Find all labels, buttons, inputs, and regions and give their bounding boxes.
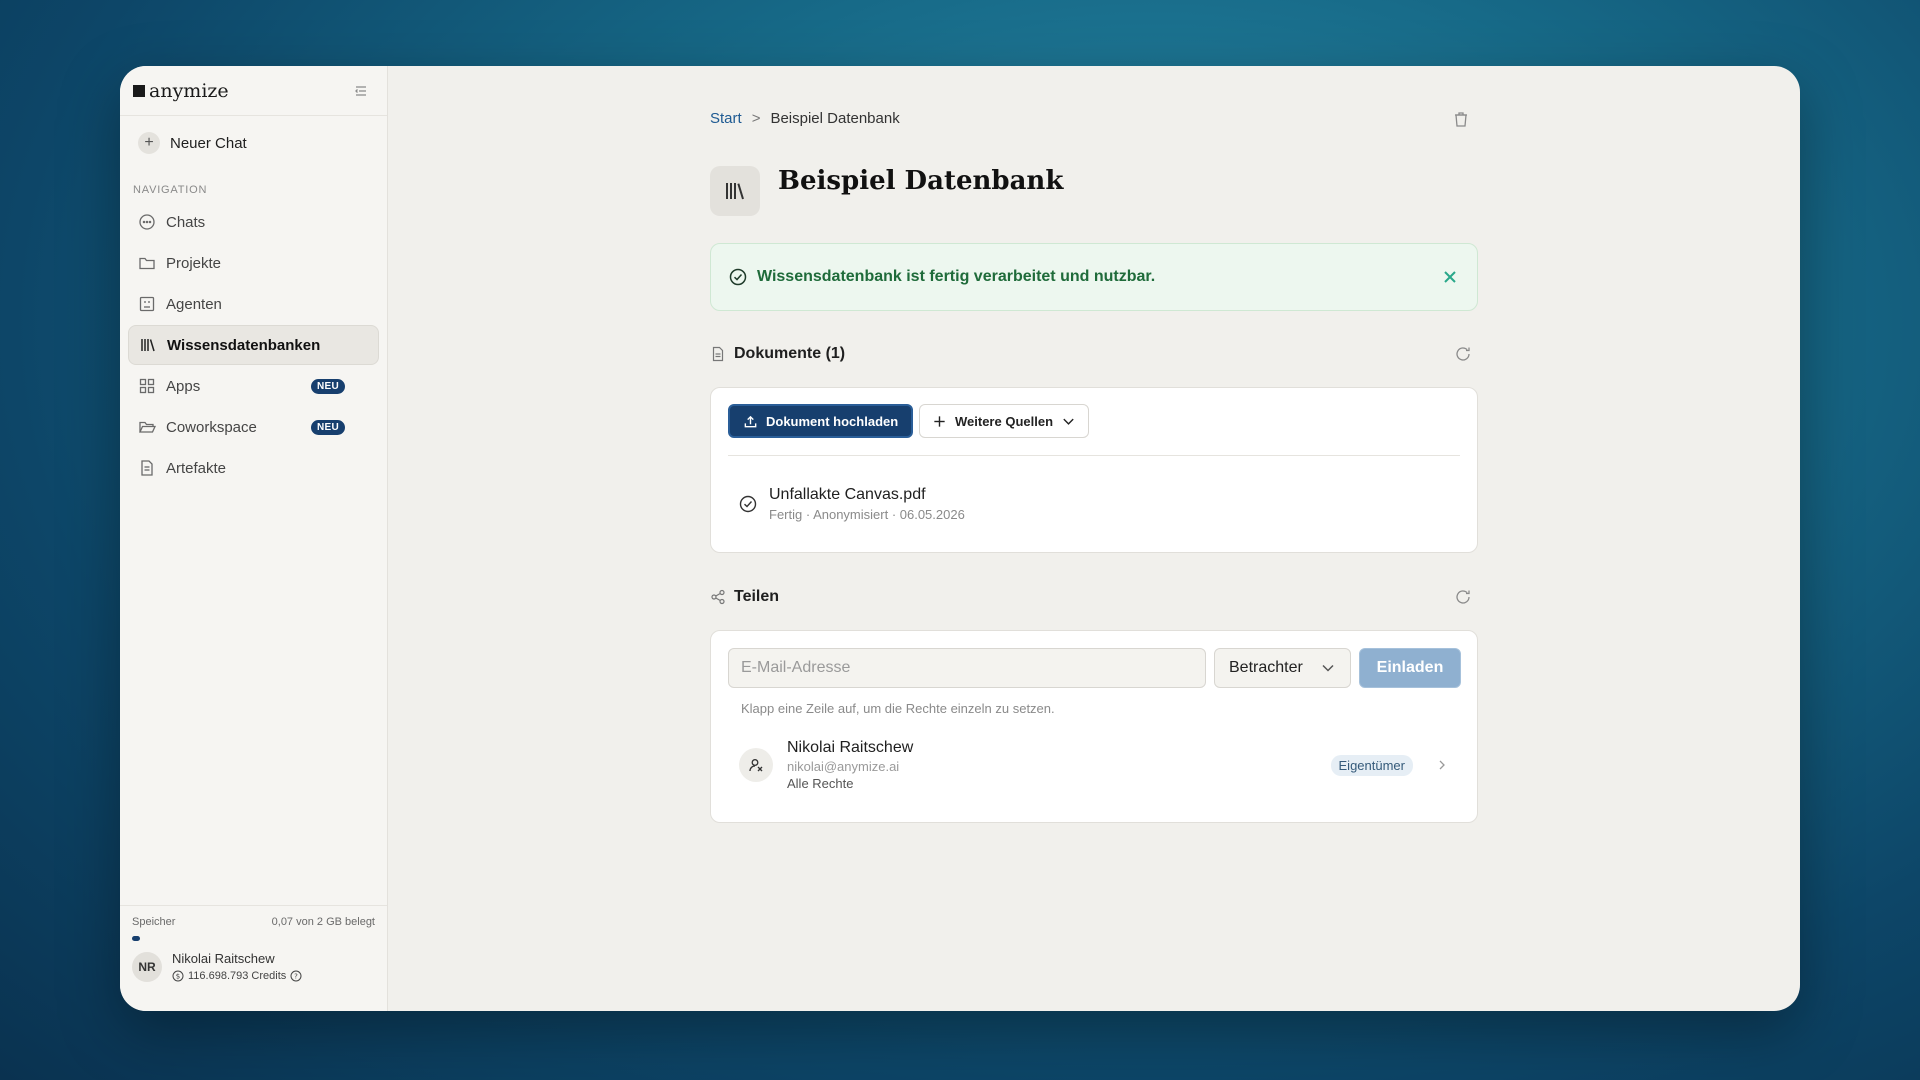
sidebar-header: anymize — [120, 66, 387, 116]
document-name: Unfallakte Canvas.pdf — [769, 486, 926, 503]
nav-section-label: NAVIGATION — [133, 184, 208, 196]
refresh-icon[interactable] — [1454, 345, 1472, 363]
documents-card: Dokument hochladen Weitere Quellen Unfal… — [710, 387, 1478, 553]
user-profile[interactable]: NR Nikolai Raitschew $ 116.698.793 Credi… — [132, 951, 375, 982]
check-circle-icon — [739, 495, 757, 513]
document-icon — [141, 460, 153, 476]
sidebar-item-label: Apps — [166, 377, 201, 395]
user-icon — [739, 748, 773, 782]
role-badge: Eigentümer — [1330, 754, 1413, 776]
grid-icon — [139, 378, 155, 394]
collapse-sidebar-icon[interactable] — [353, 83, 369, 99]
share-icon — [711, 589, 725, 605]
page-header: Beispiel Datenbank — [710, 166, 1063, 216]
agent-icon — [139, 296, 155, 312]
sidebar-item-label: Wissensdatenbanken — [167, 336, 321, 354]
sidebar-item-label: Artefakte — [166, 459, 227, 477]
svg-text:?: ? — [294, 973, 298, 981]
library-icon — [141, 339, 155, 352]
folder-icon — [139, 257, 155, 270]
sidebar-item-wissensdatenbanken[interactable]: Wissensdatenbanken — [128, 325, 379, 365]
member-email: nikolai@anymize.ai — [787, 759, 900, 774]
user-name: Nikolai Raitschew — [172, 951, 275, 966]
main-content: Start > Beispiel Datenbank Beispiel Date… — [388, 66, 1800, 1011]
credits-value: 116.698.793 Credits — [188, 970, 287, 982]
plus-icon — [934, 415, 945, 427]
upload-label: Dokument hochladen — [766, 413, 899, 429]
member-row[interactable]: Nikolai Raitschew nikolai@anymize.ai All… — [739, 739, 1449, 791]
chevron-down-icon — [1322, 664, 1334, 672]
documents-section-header: Dokumente (1) — [710, 345, 1478, 363]
sidebar-item-label: Chats — [166, 213, 206, 231]
new-chat-button[interactable]: + Neuer Chat — [138, 132, 387, 154]
sidebar-item-label: Agenten — [166, 295, 222, 313]
role-select[interactable]: Betrachter — [1214, 648, 1351, 688]
avatar: NR — [132, 951, 162, 982]
share-hint: Klapp eine Zeile auf, um die Rechte einz… — [741, 701, 1055, 716]
sidebar-item-agenten[interactable]: Agenten — [128, 284, 379, 324]
check-circle-icon — [729, 268, 747, 286]
sidebar-item-apps[interactable]: Apps NEU — [128, 366, 379, 406]
chevron-right-icon[interactable] — [1435, 758, 1449, 772]
upload-icon — [744, 415, 757, 427]
sidebar-item-label: Coworkspace — [166, 418, 257, 436]
storage-label: Speicher — [132, 916, 176, 928]
storage-progress-bar — [132, 936, 140, 941]
new-badge: NEU — [310, 419, 345, 435]
logo-square-icon — [133, 84, 145, 97]
sidebar-item-coworkspace[interactable]: Coworkspace NEU — [128, 407, 379, 447]
member-name: Nikolai Raitschew — [787, 739, 914, 756]
email-field[interactable] — [728, 648, 1206, 688]
help-icon[interactable]: ? — [290, 970, 302, 982]
credits-info: $ 116.698.793 Credits ? — [172, 970, 302, 982]
share-card: Betrachter Einladen Klapp eine Zeile auf… — [710, 630, 1478, 823]
sidebar-item-label: Projekte — [166, 254, 222, 272]
document-icon — [712, 346, 724, 362]
coin-icon: $ — [172, 970, 184, 982]
sidebar: anymize + Neuer Chat NAVIGATION Chats Pr… — [120, 66, 388, 1011]
more-sources-button[interactable]: Weitere Quellen — [919, 404, 1090, 438]
sidebar-item-chats[interactable]: Chats — [128, 202, 379, 242]
page-title: Beispiel Datenbank — [778, 166, 1064, 196]
list-item[interactable]: Unfallakte Canvas.pdf Fertig · Anonymisi… — [739, 486, 965, 522]
divider — [728, 455, 1460, 456]
success-message: Wissensdatenbank ist fertig verarbeitet … — [757, 268, 1156, 285]
refresh-icon[interactable] — [1454, 588, 1472, 606]
library-icon — [710, 166, 760, 216]
brand-name: anymize — [149, 79, 229, 102]
documents-heading: Dokumente (1) — [734, 345, 846, 362]
share-heading: Teilen — [734, 588, 780, 605]
storage-info: Speicher 0,07 von 2 GB belegt — [132, 916, 375, 928]
close-icon[interactable] — [1441, 268, 1459, 286]
trash-icon[interactable] — [1452, 110, 1470, 128]
folder-open-icon — [138, 421, 156, 433]
share-section-header: Teilen — [710, 588, 1478, 606]
upload-document-button[interactable]: Dokument hochladen — [728, 404, 914, 438]
more-sources-label: Weitere Quellen — [955, 413, 1054, 429]
document-meta: Fertig · Anonymisiert · 06.05.2026 — [769, 507, 965, 522]
sidebar-item-projekte[interactable]: Projekte — [128, 243, 379, 283]
sidebar-item-artefakte[interactable]: Artefakte — [128, 448, 379, 488]
breadcrumb: Start > Beispiel Datenbank — [710, 110, 900, 127]
svg-text:$: $ — [176, 973, 180, 981]
chevron-down-icon — [1063, 418, 1074, 425]
member-rights: Alle Rechte — [787, 776, 854, 791]
storage-usage: 0,07 von 2 GB belegt — [271, 916, 375, 928]
logo[interactable]: anymize — [133, 80, 229, 102]
breadcrumb-start-link[interactable]: Start — [710, 110, 742, 127]
breadcrumb-current: Beispiel Datenbank — [770, 110, 900, 127]
role-value: Betrachter — [1229, 659, 1303, 676]
success-alert: Wissensdatenbank ist fertig verarbeitet … — [710, 243, 1478, 311]
plus-icon: + — [138, 132, 160, 154]
new-chat-label: Neuer Chat — [170, 134, 247, 152]
invite-button[interactable]: Einladen — [1359, 648, 1461, 688]
app-window: anymize + Neuer Chat NAVIGATION Chats Pr… — [120, 66, 1800, 1011]
sidebar-footer: Speicher 0,07 von 2 GB belegt NR Nikolai… — [120, 905, 387, 1011]
new-badge: NEU — [310, 378, 345, 394]
breadcrumb-separator: > — [751, 110, 761, 127]
chat-bubble-icon — [139, 214, 155, 230]
